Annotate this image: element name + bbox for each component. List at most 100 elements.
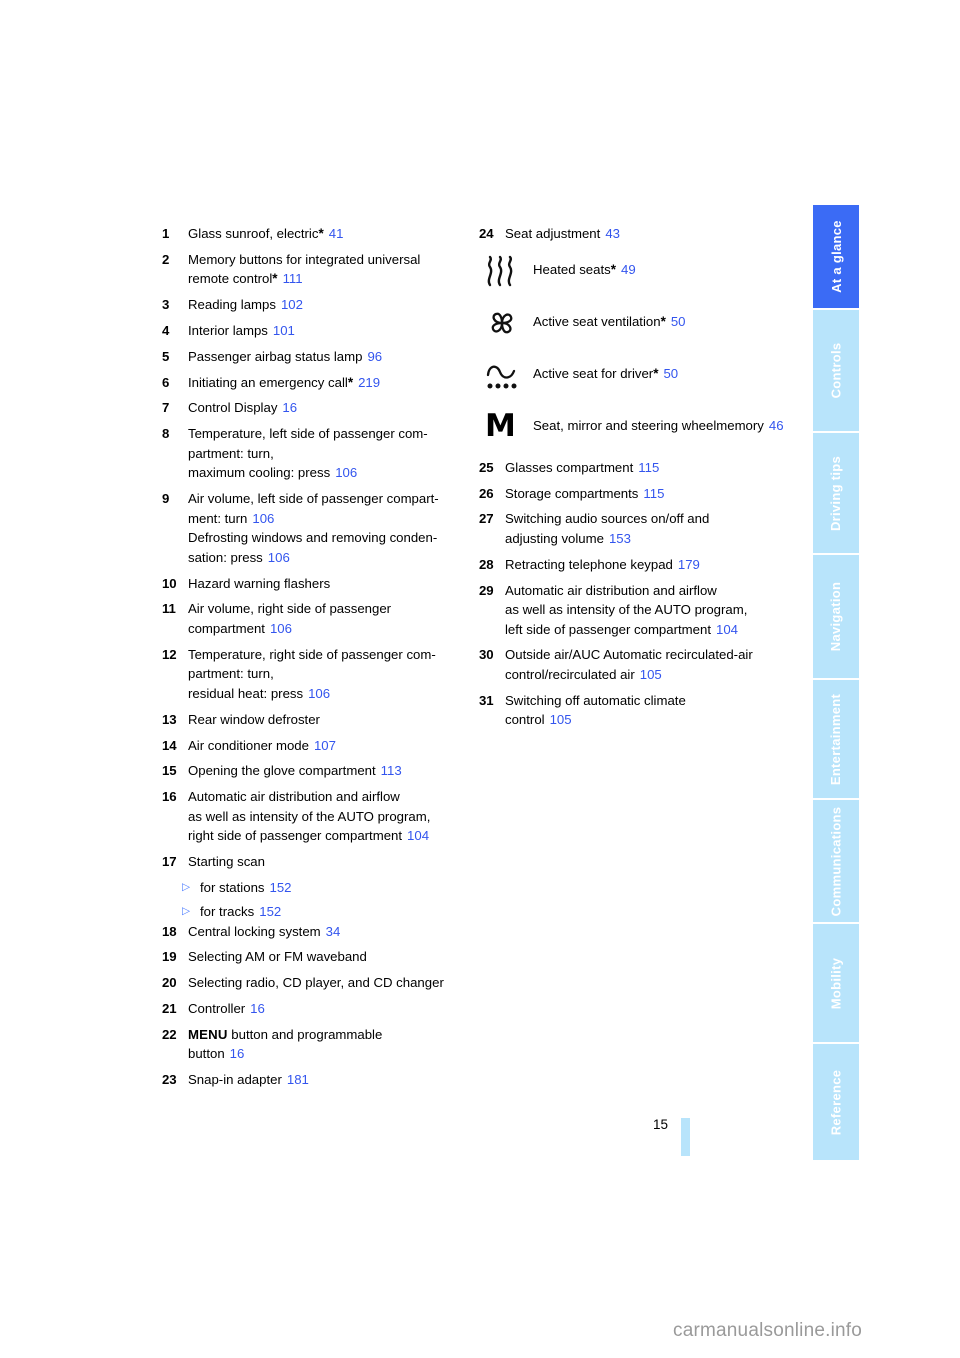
page-reference-link[interactable]: 152 <box>270 880 292 895</box>
memory-m-icon: M <box>485 408 516 445</box>
triangle-bullet-icon: ▷ <box>182 880 191 893</box>
legend-line: Initiating an emergency call* 219 <box>188 374 381 390</box>
page-reference-link[interactable]: 113 <box>381 763 402 778</box>
page-reference-link[interactable]: 153 <box>609 531 631 546</box>
legend-item-number: 30 <box>479 647 494 663</box>
legend-item-number: 22 <box>162 1026 177 1042</box>
legend-sub-item-text: for tracks 152 <box>200 902 281 922</box>
active-seat-wave-icon <box>486 365 517 389</box>
legend-line: Automatic air distribution and airflow <box>188 789 400 805</box>
legend-line: for tracks 152 <box>200 903 282 919</box>
page-reference-link[interactable]: 111 <box>283 271 303 286</box>
page-reference-link[interactable]: 102 <box>281 297 303 312</box>
page-reference-link[interactable]: 106 <box>335 465 357 480</box>
legend-item-number: 4 <box>162 322 170 338</box>
page-reference-link[interactable]: 104 <box>716 622 738 637</box>
legend-icon-item: Heated seats* 49 <box>479 250 799 294</box>
page-reference-link[interactable]: 105 <box>640 667 662 682</box>
section-tab-at-a-glance[interactable]: At a glance <box>813 205 859 308</box>
legend-item: 12 Temperature, right side of passenger c… <box>162 645 462 704</box>
legend-item: 22 MENU button and programmable button 16 <box>162 1025 462 1064</box>
page-reference-link[interactable]: 152 <box>259 904 281 919</box>
section-tab-reference[interactable]: Reference <box>813 1044 859 1160</box>
legend-line: Selecting AM or FM waveband <box>188 949 367 965</box>
legend-item-text: Air volume, left side of passenger compa… <box>188 489 462 567</box>
legend-item: 7 Control Display 16 <box>162 398 462 418</box>
page-reference-link[interactable]: 16 <box>282 400 297 415</box>
section-tab-label: Mobility <box>828 957 844 1009</box>
legend-item: 25 Glasses compartment 115 <box>479 458 799 478</box>
page-reference-link[interactable]: 41 <box>329 226 344 241</box>
page-reference-link[interactable]: 34 <box>326 924 341 939</box>
legend-icon-text: Seat, mirror and steering wheelmemory 46 <box>533 406 799 436</box>
section-tab-controls[interactable]: Controls <box>813 310 859 431</box>
legend-icon-item: Active seat for driver* 50 <box>479 354 799 398</box>
page-reference-link[interactable]: 16 <box>230 1046 245 1061</box>
legend-line: Outside air/AUC Automatic recirculated-a… <box>505 647 753 663</box>
legend-item-text: Storage compartments 115 <box>505 484 799 504</box>
legend-column-left: 1 Glass sunroof, electric* 41 2 Memory butto… <box>162 224 462 1096</box>
legend-item-number: 18 <box>162 923 177 939</box>
legend-line: Snap-in adapter 181 <box>188 1072 309 1087</box>
legend-item-number: 17 <box>162 854 177 870</box>
page-reference-link[interactable]: 50 <box>671 314 686 329</box>
site-watermark: carmanualsonline.info <box>673 1320 863 1341</box>
page-reference-link[interactable]: 106 <box>270 621 292 636</box>
legend-item: 6 Initiating an emergency call* 219 <box>162 373 462 393</box>
legend-line: sation: press 106 <box>188 549 290 565</box>
section-tab-entertainment[interactable]: Entertainment <box>813 680 859 798</box>
legend-item-number: 19 <box>162 949 177 965</box>
section-tab-communications[interactable]: Communications <box>813 800 859 922</box>
heated-seats-icon <box>487 255 513 286</box>
page-reference-link[interactable]: 43 <box>605 226 620 241</box>
legend-item: 26 Storage compartments 115 <box>479 484 799 504</box>
legend-line: left side of passenger compartment 104 <box>505 621 738 637</box>
page-reference-link[interactable]: 107 <box>314 738 336 753</box>
section-tab-driving-tips[interactable]: Driving tips <box>813 433 859 553</box>
page-reference-link[interactable]: 104 <box>407 828 429 843</box>
section-tab-mobility[interactable]: Mobility <box>813 924 859 1042</box>
page-reference-link[interactable]: 106 <box>268 550 290 565</box>
section-tab-label: At a glance <box>828 220 844 293</box>
page-reference-link[interactable]: 16 <box>250 1001 265 1016</box>
legend-line: control 105 <box>505 712 572 728</box>
legend-line: Automatic air distribution and airflow <box>505 582 717 598</box>
legend-item-number: 3 <box>162 297 170 313</box>
section-tab-navigation[interactable]: Navigation <box>813 555 859 678</box>
legend-item-text: Memory buttons for integrated universal r… <box>188 250 462 289</box>
legend-line: Memory buttons for integrated universal <box>188 251 421 267</box>
legend-item-text: Starting scan <box>188 852 462 872</box>
page-reference-link[interactable]: 106 <box>252 511 274 526</box>
legend-item-text: Interior lamps 101 <box>188 321 462 341</box>
page-reference-link[interactable]: 50 <box>663 366 678 381</box>
legend-item-text: Passenger airbag status lamp 96 <box>188 347 462 367</box>
section-tab-label: Navigation <box>828 581 844 652</box>
legend-item-text: MENU button and programmable button 16 <box>188 1025 462 1064</box>
page-reference-link[interactable]: 115 <box>638 460 659 475</box>
page-reference-link[interactable]: 179 <box>678 557 700 572</box>
legend-line: Central locking system 34 <box>188 923 341 939</box>
legend-icon-text: Active seat ventilation* 50 <box>533 302 799 332</box>
page-reference-link[interactable]: 115 <box>643 486 664 501</box>
legend-item: 19 Selecting AM or FM waveband <box>162 947 462 967</box>
page-number: 15 <box>653 1117 669 1132</box>
page-reference-link[interactable]: 101 <box>273 323 295 338</box>
page-reference-link[interactable]: 106 <box>308 686 330 701</box>
legend-item-text: Rear window defroster <box>188 710 462 730</box>
legend-line: Active seat ventilation* 50 <box>533 313 686 329</box>
page-reference-link[interactable]: 219 <box>358 375 380 390</box>
page-reference-link[interactable]: 46 <box>769 418 784 433</box>
legend-item-number: 29 <box>479 582 494 598</box>
page-reference-link[interactable]: 105 <box>550 712 572 727</box>
triangle-bullet-icon: ▷ <box>182 904 191 917</box>
page-reference-link[interactable]: 49 <box>621 262 636 277</box>
legend-line: as well as intensity of the AUTO program… <box>188 808 431 824</box>
legend-line: Reading lamps 102 <box>188 297 303 313</box>
legend-item: 17 Starting scan <box>162 852 462 872</box>
section-tab-label: Driving tips <box>828 455 844 531</box>
legend-item-number: 12 <box>162 646 177 662</box>
legend-item-number: 6 <box>162 374 170 390</box>
page-reference-link[interactable]: 181 <box>287 1072 309 1087</box>
page-reference-link[interactable]: 96 <box>367 349 382 364</box>
legend-icon-slot <box>479 302 533 344</box>
